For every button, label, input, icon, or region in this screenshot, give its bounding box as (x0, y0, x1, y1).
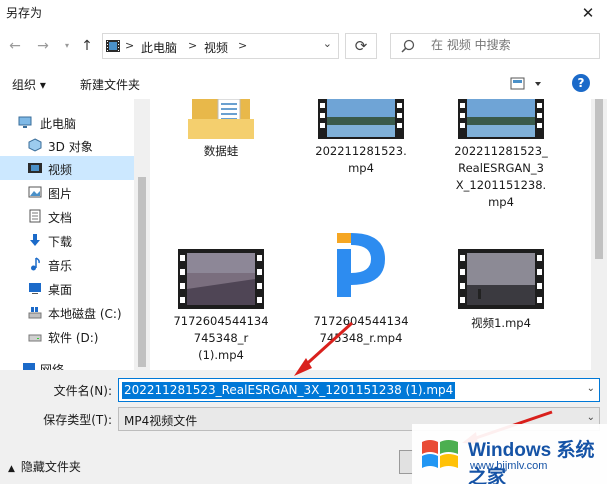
network-icon (23, 363, 35, 370)
sidebar-item-label: 文档 (48, 211, 73, 225)
sidebar-item-documents[interactable]: 文档 (0, 204, 134, 228)
filetype-label: 保存类型(T): (43, 413, 112, 427)
sidebar-item-software-d[interactable]: 软件 (D:) (0, 324, 134, 348)
file-item[interactable]: 视频1.mp4 (431, 249, 571, 330)
file-name: 7172604544134 745348_r.mp4 (313, 314, 409, 345)
windows-drive-icon (28, 307, 42, 319)
search-input[interactable] (431, 38, 591, 52)
chevron-down-icon[interactable]: ⌄ (587, 412, 595, 423)
title-bar: 另存为 ✕ (0, 0, 607, 26)
sidebar-item-downloads[interactable]: 下载 (0, 228, 134, 252)
sidebar-item-label: 视频 (48, 163, 73, 177)
filename-field[interactable]: 202211281523_RealESRGAN_3X_1201151238 (1… (118, 378, 600, 402)
sidebar-item-this-pc[interactable]: 此电脑 (0, 110, 134, 134)
up-button[interactable]: ↑ (78, 36, 96, 56)
pictures-icon (28, 186, 42, 198)
sidebar-scrollbar[interactable] (134, 99, 150, 370)
breadcrumb-separator[interactable]: > (238, 39, 247, 52)
navigation-bar: ← → ▾ ↑ > 此电脑 > 视频 > ⌄ ⟳ (0, 28, 607, 64)
chevron-up-icon: ▲ (8, 464, 15, 474)
back-button[interactable]: ← (6, 36, 24, 56)
video-icon (28, 163, 42, 173)
refresh-button[interactable]: ⟳ (345, 33, 377, 59)
sidebar-item-videos[interactable]: 视频 (0, 156, 134, 180)
file-item[interactable]: 7172604544134 745348_r.mp4 (291, 229, 431, 349)
video-thumbnail-icon (458, 99, 544, 139)
address-history-button[interactable]: ⌄ (323, 37, 332, 50)
video-thumbnail-icon (318, 99, 404, 139)
sidebar-item-label: 本地磁盘 (C:) (48, 307, 122, 321)
3d-objects-icon (28, 138, 42, 152)
folder-icon (188, 99, 254, 139)
file-name: 202211281523. mp4 (315, 144, 407, 175)
breadcrumb-separator[interactable]: > (188, 39, 197, 52)
scrollbar-thumb[interactable] (138, 177, 146, 367)
file-item[interactable]: 202211281523_ RealESRGAN_3 X_1201151238.… (431, 99, 571, 219)
help-button[interactable]: ? (572, 74, 590, 92)
search-icon (401, 39, 415, 53)
file-name: 数据蛙 (203, 144, 239, 158)
sidebar-item-label: 此电脑 (40, 117, 77, 131)
video-folder-icon (106, 40, 120, 52)
filetype-value: MP4视频文件 (124, 414, 198, 428)
sidebar-item-label: 网络 (40, 363, 65, 370)
sidebar-item-desktop[interactable]: 桌面 (0, 276, 134, 300)
windows-logo-icon (422, 440, 458, 468)
sidebar-item-label: 3D 对象 (48, 140, 93, 154)
watermark-site: www.bjjmlv.com (470, 460, 548, 472)
download-icon (30, 234, 40, 246)
documents-icon (29, 209, 41, 223)
breadcrumb-this-pc[interactable]: 此电脑 (141, 39, 177, 56)
file-list-scrollbar[interactable] (591, 99, 607, 370)
watermark: Windows 系统之家 www.bjjmlv.com (412, 424, 607, 484)
new-folder-button[interactable]: 新建文件夹 (80, 76, 140, 93)
music-icon (31, 257, 40, 271)
computer-icon (18, 116, 32, 128)
file-item[interactable]: 202211281523. mp4 (291, 99, 431, 179)
filename-input[interactable]: 202211281523_RealESRGAN_3X_1201151238 (1… (122, 382, 456, 399)
sidebar-item-pictures[interactable]: 图片 (0, 180, 134, 204)
file-name: 202211281523_ RealESRGAN_3 X_1201151238.… (454, 144, 548, 209)
organize-button[interactable]: 组织 ▾ (12, 76, 46, 93)
save-button[interactable] (399, 450, 413, 474)
hide-folders-button[interactable]: ▲ 隐藏文件夹 (8, 458, 81, 475)
forward-button[interactable]: → (34, 36, 52, 56)
sidebar-item-label: 图片 (48, 187, 73, 201)
chevron-down-icon[interactable]: ⌄ (587, 383, 595, 394)
sidebar-item-label: 下载 (48, 235, 73, 249)
view-options-icon (510, 77, 541, 90)
file-item[interactable]: 7172604544134 745348_r (1).mp4 (151, 249, 291, 369)
sidebar-item-label: 音乐 (48, 259, 73, 273)
recent-locations-button[interactable]: ▾ (58, 36, 76, 56)
sidebar-item-music[interactable]: 音乐 (0, 252, 134, 276)
scrollbar-thumb[interactable] (595, 99, 603, 259)
file-name: 7172604544134 745348_r (1).mp4 (173, 314, 269, 362)
filename-label: 文件名(N): (53, 384, 112, 398)
hide-folders-label: 隐藏文件夹 (20, 460, 81, 474)
file-name: 视频1.mp4 (471, 316, 531, 330)
search-box[interactable] (390, 33, 600, 59)
sidebar-item-network[interactable]: 网络 (0, 356, 134, 370)
desktop-icon (29, 283, 41, 294)
sidebar-item-label: 软件 (D:) (48, 331, 99, 345)
command-bar: 组织 ▾ 新建文件夹 ? (0, 70, 607, 98)
video-thumbnail-icon (178, 249, 264, 309)
close-button[interactable]: ✕ (575, 2, 601, 24)
address-bar[interactable]: > 此电脑 > 视频 > ⌄ (102, 33, 339, 59)
drive-icon (28, 334, 42, 342)
file-item[interactable]: 数据蛙 (151, 99, 291, 179)
sidebar-item-label: 桌面 (48, 283, 73, 297)
breadcrumb-videos[interactable]: 视频 (204, 39, 228, 56)
change-view-button[interactable] (508, 75, 548, 93)
file-list: 数据蛙 202211281523. mp4 202211281523_ Real… (151, 99, 607, 370)
sidebar-item-local-disk-c[interactable]: 本地磁盘 (C:) (0, 300, 134, 324)
video-thumbnail-icon (458, 249, 544, 309)
navigation-pane: 此电脑 3D 对象 视频 图片 文档 下载 音乐 桌面 本地磁盘 (C:) 软件… (0, 99, 150, 370)
breadcrumb-separator[interactable]: > (125, 39, 134, 52)
app-logo-icon (337, 233, 385, 297)
sidebar-item-3d-objects[interactable]: 3D 对象 (0, 133, 134, 157)
window-title: 另存为 (6, 6, 43, 20)
